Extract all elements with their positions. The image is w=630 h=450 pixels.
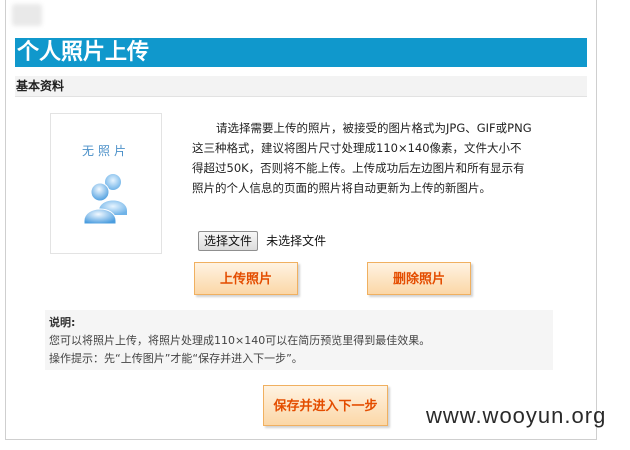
people-icon <box>83 174 127 225</box>
photo-placeholder: 无照片 <box>50 113 162 254</box>
note-line-1: 您可以将照片上传，将照片处理成110×140可以在简历预览里得到最佳效果。 <box>49 334 431 347</box>
blurred-corner-mark <box>12 4 42 26</box>
no-photo-label: 无照片 <box>81 144 130 158</box>
note-line-2: 操作提示：先“上传图片”才能“保存并进入下一步”。 <box>49 352 303 365</box>
file-status-text: 未选择文件 <box>266 234 327 248</box>
file-input-row: 选择文件 未选择文件 <box>198 230 327 251</box>
save-and-next-button[interactable]: 保存并进入下一步 <box>263 385 388 426</box>
section-header-basic-info: 基本资料 <box>15 76 587 97</box>
note-box: 说明: 您可以将照片上传，将照片处理成110×140可以在简历预览里得到最佳效果… <box>45 310 553 370</box>
note-title: 说明: <box>49 316 76 329</box>
delete-photo-button[interactable]: 删除照片 <box>367 262 471 295</box>
upload-photo-button[interactable]: 上传照片 <box>194 262 298 295</box>
page-title: 个人照片上传 <box>15 38 587 67</box>
choose-file-button[interactable]: 选择文件 <box>198 230 259 251</box>
upload-instructions: 请选择需要上传的照片，被接受的图片格式为JPG、GIF或PNG这三种格式，建议将… <box>192 121 532 195</box>
watermark: www.wooyun.org <box>426 403 607 428</box>
